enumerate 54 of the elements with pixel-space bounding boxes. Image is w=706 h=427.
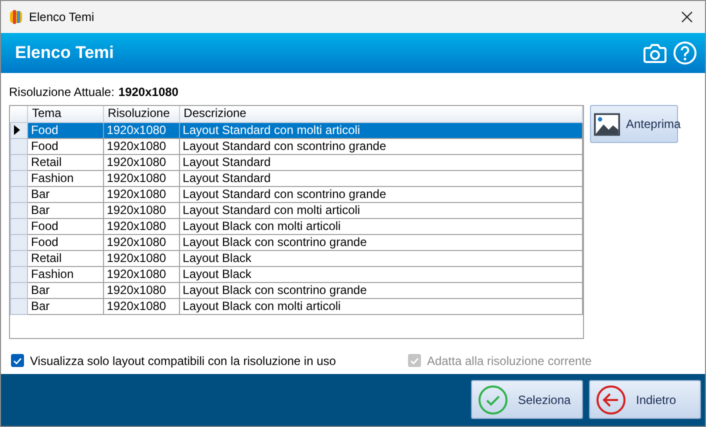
table-cell[interactable]: 1920x1080 bbox=[103, 250, 180, 266]
table-cell[interactable]: Retail bbox=[27, 250, 104, 266]
table-cell[interactable]: 1920x1080 bbox=[103, 282, 180, 298]
table-cell[interactable]: Layout Black con scontrino grande bbox=[179, 234, 582, 250]
resolution-label: Risoluzione Attuale: bbox=[9, 84, 114, 101]
table-cell[interactable]: Bar bbox=[27, 298, 104, 314]
window-title: Elenco Temi bbox=[29, 9, 94, 26]
table-cell[interactable]: Layout Black con scontrino grande bbox=[179, 282, 582, 298]
table-cell[interactable]: 1920x1080 bbox=[103, 266, 180, 282]
help-icon[interactable] bbox=[673, 41, 697, 65]
checkbox-label: Adatta alla risoluzione corrente bbox=[426, 352, 592, 370]
table-cell[interactable]: Bar bbox=[27, 202, 104, 218]
table-cell[interactable]: 1920x1080 bbox=[103, 234, 180, 250]
table-cell[interactable]: Layout Standard con scontrino grande bbox=[179, 186, 582, 202]
checkbox[interactable] bbox=[11, 354, 24, 367]
table-cell[interactable]: 1920x1080 bbox=[103, 202, 180, 218]
close-icon bbox=[681, 11, 693, 23]
table-cell[interactable]: Layout Black bbox=[179, 266, 582, 282]
table-cell[interactable]: 1920x1080 bbox=[103, 122, 180, 138]
table-cell[interactable]: Layout Black bbox=[179, 250, 582, 266]
table-cell[interactable]: 1920x1080 bbox=[103, 138, 180, 154]
table-cell[interactable]: Food bbox=[27, 218, 104, 234]
select-button[interactable]: Seleziona bbox=[471, 380, 583, 419]
table-cell[interactable]: Layout Standard bbox=[179, 154, 582, 170]
table-cell[interactable]: 1920x1080 bbox=[103, 170, 180, 186]
resolution-value: 1920x1080 bbox=[118, 84, 178, 101]
check-icon bbox=[478, 384, 508, 414]
table-cell[interactable]: Bar bbox=[27, 186, 104, 202]
header-title: Elenco Temi bbox=[15, 42, 114, 64]
table-cell[interactable]: Fashion bbox=[27, 266, 104, 282]
table-cell[interactable]: Fashion bbox=[27, 170, 104, 186]
table-cell[interactable]: Food bbox=[27, 234, 104, 250]
table-cell[interactable]: Retail bbox=[27, 154, 104, 170]
table-cell[interactable]: 1920x1080 bbox=[103, 186, 180, 202]
table-cell[interactable]: Layout Black con molti articoli bbox=[179, 218, 582, 234]
back-button[interactable]: Indietro bbox=[589, 380, 701, 419]
column-header: Descrizione bbox=[179, 106, 582, 122]
table-cell[interactable]: Bar bbox=[27, 282, 104, 298]
table-cell[interactable]: 1920x1080 bbox=[103, 298, 180, 314]
table-cell[interactable]: Layout Standard bbox=[179, 170, 582, 186]
table-cell[interactable]: 1920x1080 bbox=[103, 218, 180, 234]
table-cell[interactable]: Layout Standard con molti articoli bbox=[179, 122, 582, 138]
checkbox-label: Visualizza solo layout compatibili con la risoluzione in uso bbox=[30, 352, 336, 370]
table-cell[interactable]: Food bbox=[27, 122, 104, 138]
image-icon bbox=[594, 112, 620, 136]
table-cell[interactable]: Layout Black con molti articoli bbox=[179, 298, 582, 314]
table-cell[interactable]: Food bbox=[27, 138, 104, 154]
camera-icon[interactable] bbox=[643, 41, 667, 65]
table-cell[interactable]: 1920x1080 bbox=[103, 154, 180, 170]
table-cell[interactable]: Layout Standard con scontrino grande bbox=[179, 138, 582, 154]
column-header: Risoluzione bbox=[103, 106, 180, 122]
app-icon bbox=[9, 9, 23, 25]
table-cell[interactable]: Layout Standard con molti articoli bbox=[179, 202, 582, 218]
column-header: Tema bbox=[27, 106, 104, 122]
